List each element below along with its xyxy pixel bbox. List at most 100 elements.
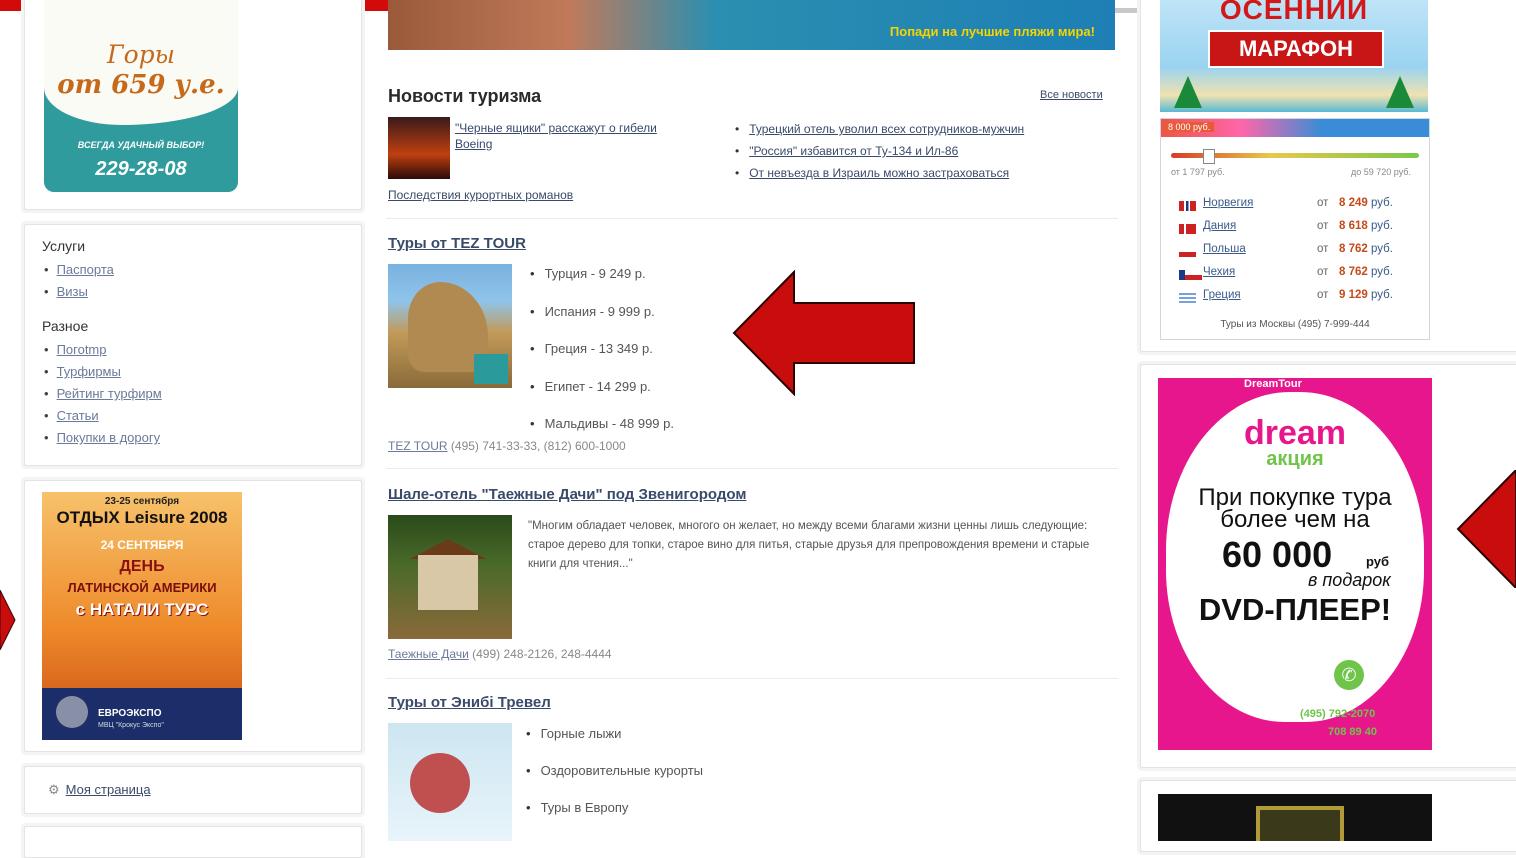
country-link[interactable]: Греция xyxy=(1203,289,1241,301)
country-price: 8 762 руб. xyxy=(1339,243,1393,255)
dream-tour-ad[interactable]: DreamTour dream dream акция При покупке … xyxy=(1158,378,1432,750)
dream-brand-top: DreamTour xyxy=(1244,378,1302,390)
expo-day: 24 СЕНТЯБРЯ xyxy=(100,538,184,552)
expo-title: ОТДЫХ Leisure 2008 xyxy=(56,508,228,527)
news-item[interactable]: От невъезда в Израиль можно застраховать… xyxy=(735,162,1024,184)
expo-natali: с НАТАЛИ ТУРС xyxy=(75,600,209,619)
all-news-link[interactable]: Все новости xyxy=(1040,89,1103,101)
top-ad-text: Попади на лучшие пляжи мира! xyxy=(889,24,1095,39)
tez-tour-thumbnail[interactable] xyxy=(388,264,512,388)
news-item[interactable]: "Россия" избавится от Ту-134 и Ил-86 xyxy=(735,140,1024,162)
news-thumbnail[interactable] xyxy=(388,117,450,179)
country-link[interactable]: Чехия xyxy=(1203,266,1235,278)
dream-currency: руб xyxy=(1366,554,1390,569)
price-prefix: от xyxy=(1317,220,1329,232)
country-price-row[interactable]: Польша от 8 762 руб. xyxy=(1179,243,1419,265)
dark-ad-banner[interactable] xyxy=(1158,794,1432,841)
news-item[interactable]: Турецкий отель уволил всех сотрудников-м… xyxy=(735,118,1024,140)
price-currency: руб. xyxy=(1370,289,1393,301)
country-price-row[interactable]: Норвегия от 8 249 руб. xyxy=(1179,197,1419,219)
news-list: Турецкий отель уволил всех сотрудников-м… xyxy=(735,118,1024,184)
price-prefix: от xyxy=(1317,197,1329,209)
enibi-travel-list: Горные лыжи Оздоровительные курорты Туры… xyxy=(526,726,703,837)
price-widget: 8 000 руб. от 1 797 руб. до 59 720 руб. … xyxy=(1160,118,1430,340)
tour-item: Туры в Европу xyxy=(526,800,703,837)
menu-link-visas[interactable]: Визы xyxy=(57,284,88,299)
tez-tour-contacts: TEZ TOUR (495) 741-33-33, (812) 600-1000 xyxy=(388,439,626,453)
expo-date: 23-25 сентября xyxy=(104,496,180,507)
country-link[interactable]: Норвегия xyxy=(1203,197,1253,209)
norway-flag-icon xyxy=(1179,201,1196,211)
news-item-link[interactable]: От невъезда в Израиль можно застраховать… xyxy=(749,166,1009,180)
shale-hotel-quote: "Многим обладает человек, многого он жел… xyxy=(528,520,1090,570)
autumn-marathon-banner[interactable]: ОСЕННИЙ МАРАФОН xyxy=(1160,0,1428,112)
tour-item: Греция - 13 349 р. xyxy=(530,341,674,379)
menu-item[interactable]: Покупки в дорогу xyxy=(44,427,162,449)
marathon-line2: МАРАФОН xyxy=(1208,30,1384,68)
country-link[interactable]: Дания xyxy=(1203,220,1236,232)
mountain-ad-slogan: ВСЕГДА УДАЧНЫЙ ВЫБОР! xyxy=(77,140,205,150)
country-price: 9 129 руб. xyxy=(1339,289,1393,301)
price-prefix: от xyxy=(1317,289,1329,301)
dream-line2: более чем на xyxy=(1220,506,1370,533)
menu-link-passports[interactable]: Паспорта xyxy=(57,262,114,277)
expo-logo-icon xyxy=(56,696,88,728)
shale-hotel-thumbnail[interactable] xyxy=(388,515,512,639)
country-price-row[interactable]: Греция от 9 129 руб. xyxy=(1179,289,1419,311)
country-link[interactable]: Польша xyxy=(1203,243,1246,255)
tez-tour-contact-link[interactable]: TEZ TOUR xyxy=(388,439,448,453)
poland-flag-icon xyxy=(1179,247,1196,257)
expo-latin: ЛАТИНСКОЙ АМЕРИКИ xyxy=(67,580,217,595)
menu-item[interactable]: Статьи xyxy=(44,405,162,427)
frame-illustration xyxy=(1256,806,1344,841)
leisure-expo-banner[interactable]: 23-25 сентября ОТДЫХ Leisure 2008 24 СЕН… xyxy=(42,492,242,740)
price-header-bar: 8 000 руб. xyxy=(1161,119,1429,137)
price-currency: руб. xyxy=(1370,266,1393,278)
dream-phone2: 708 89 40 xyxy=(1328,726,1377,738)
enibi-travel-title[interactable]: Туры от Энибі Тревел xyxy=(388,694,551,711)
tez-tour-list: Турция - 9 249 р. Испания - 9 999 р. Гре… xyxy=(530,266,674,454)
menu-item[interactable]: Турфирмы xyxy=(44,361,162,383)
my-page-link[interactable]: Моя страница xyxy=(66,782,151,797)
menu-item[interactable]: Погоtmp xyxy=(44,339,162,361)
shale-hotel-phones: (499) 248-2126, 248-4444 xyxy=(472,647,612,661)
mountain-ad-banner[interactable]: Горы от 659 у.е. ВСЕГДА УДАЧНЫЙ ВЫБОР! 2… xyxy=(44,0,238,192)
menu-item[interactable]: Паспорта xyxy=(44,259,114,281)
dream-logo-small: dream xyxy=(1164,388,1195,399)
menu-link-shopping[interactable]: Покупки в дорогу xyxy=(57,430,161,445)
menu-link-rating[interactable]: Рейтинг турфирм xyxy=(57,386,162,401)
shale-hotel-title[interactable]: Шале-отель "Таежные Дачи" под Звенигород… xyxy=(388,486,746,503)
menu-link-agencies[interactable]: Турфирмы xyxy=(57,364,121,379)
tour-item: Горные лыжи xyxy=(526,726,703,763)
price-value: 8 249 xyxy=(1339,197,1368,209)
country-price-row[interactable]: Чехия от 8 762 руб. xyxy=(1179,266,1419,288)
news-item-link[interactable]: Турецкий отель уволил всех сотрудников-м… xyxy=(749,122,1024,136)
misc-title: Разное xyxy=(42,318,89,334)
country-price-row[interactable]: Дания от 8 618 руб. xyxy=(1179,220,1419,242)
menu-item[interactable]: Рейтинг турфирм xyxy=(44,383,162,405)
news-section-title: Новости туризма xyxy=(388,86,542,106)
top-beach-ad[interactable]: Попади на лучшие пляжи мира! xyxy=(388,0,1115,50)
price-currency: руб. xyxy=(1370,197,1393,209)
news-item-link[interactable]: "Россия" избавится от Ту-134 и Ил-86 xyxy=(749,144,958,158)
price-slider[interactable] xyxy=(1171,149,1419,164)
house-shape xyxy=(418,555,478,610)
dream-prize: DVD-ПЛЕЕР! xyxy=(1198,592,1392,627)
dream-phone1: (495) 792-2070 xyxy=(1300,708,1376,720)
menu-link-articles[interactable]: Статьи xyxy=(57,408,99,423)
price-value: 8 762 xyxy=(1339,266,1368,278)
price-range-from: от 1 797 руб. xyxy=(1171,167,1225,177)
menu-link-weather[interactable]: Погоtmp xyxy=(57,342,107,357)
tour-item: Испания - 9 999 р. xyxy=(530,304,674,342)
skier-illustration xyxy=(410,753,470,813)
menu-item[interactable]: Визы xyxy=(44,281,114,303)
news-second-link[interactable]: Последствия курортных романов xyxy=(388,188,573,202)
shale-hotel-contact-link[interactable]: Таежные Дачи xyxy=(388,647,469,661)
tez-tour-title[interactable]: Туры от TEZ TOUR xyxy=(388,235,526,252)
my-page-row[interactable]: ⚙ Моя страница xyxy=(48,782,151,798)
price-slider-handle[interactable] xyxy=(1203,149,1215,164)
enibi-travel-thumbnail[interactable] xyxy=(388,723,512,841)
left-edge-arrow-icon xyxy=(0,590,16,650)
news-main-link[interactable]: "Черные ящики" расскажут о гибели Boeing xyxy=(455,120,670,152)
tour-item: Египет - 14 299 р. xyxy=(530,379,674,417)
